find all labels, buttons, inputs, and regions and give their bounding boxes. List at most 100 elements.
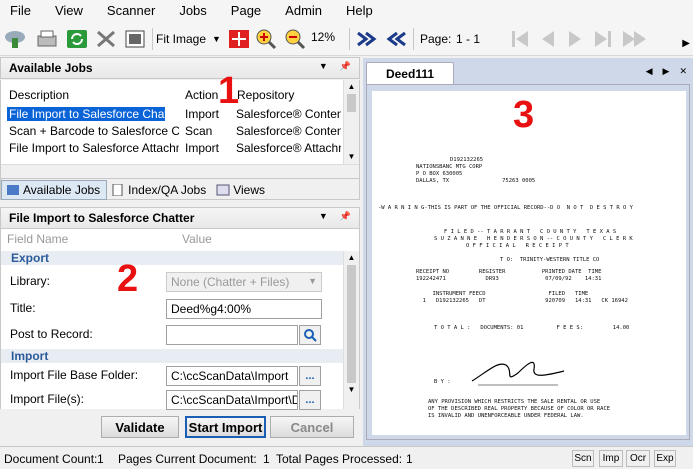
job-row[interactable]: Scan + Barcode to Salesforce Co... Scan … (1, 123, 341, 140)
tab-available-jobs[interactable]: Available Jobs (1, 180, 108, 200)
menu-page[interactable]: Page (219, 0, 273, 22)
post-to-record-label: Post to Record: (10, 327, 93, 341)
pin-icon[interactable]: 📌 (340, 211, 351, 222)
tab-scroll-left-icon[interactable]: ◀ (646, 66, 653, 77)
pin-icon[interactable]: 📌 (340, 61, 351, 72)
title-label: Title: (10, 301, 36, 315)
properties-vertical-scrollbar[interactable]: ▲ ▼ (343, 251, 359, 409)
export-indicator: Exp (654, 450, 676, 467)
fast-forward-icon[interactable] (620, 26, 650, 52)
available-jobs-header: Available Jobs ▼ 📌 (0, 57, 360, 79)
tab-index-qa-jobs[interactable]: Index/QA Jobs (107, 180, 212, 200)
menu-file[interactable]: File (0, 0, 43, 22)
document-icon (112, 184, 123, 196)
title-input[interactable]: Deed%g4:00% (166, 299, 322, 319)
doc-line: DALLAS, TX 75263 0005 (416, 178, 536, 184)
pages-current-label: Pages Current Document: (118, 452, 257, 466)
doc-receipt-vals: 192242471 DR93 07/09/92 14:31 (416, 276, 602, 282)
post-to-record-input[interactable] (166, 325, 298, 345)
col-repository[interactable]: Repository (237, 88, 294, 102)
scan-indicator: Scn (572, 450, 594, 467)
doc-filed: S U Z A N N E H E N D E R S O N -- C O U… (434, 236, 633, 242)
menu-view[interactable]: View (43, 0, 95, 22)
base-folder-input[interactable]: C:\ccScanData\Import (166, 366, 298, 386)
job-row[interactable]: File Import to Salesforce Attachm... Imp… (1, 140, 341, 157)
cancel-button[interactable]: Cancel (270, 416, 354, 438)
job-row[interactable]: File Import to Salesforce Chatter Import… (1, 106, 341, 123)
zoom-level[interactable]: 12% (311, 30, 345, 44)
page-input[interactable]: 1 - 1 (456, 32, 480, 46)
signature-icon (471, 361, 565, 386)
document-tab[interactable]: Deed111 (366, 62, 454, 84)
prev-page-icon[interactable] (535, 26, 561, 52)
browse-files-button[interactable]: ... (299, 390, 321, 410)
section-import: Import (1, 349, 343, 363)
tab-scroll-right-icon[interactable]: ▶ (663, 66, 670, 77)
first-page-icon[interactable] (507, 26, 533, 52)
doc-provision: ANY PROVISION WHICH RESTRICTS THE SALE R… (428, 399, 601, 405)
tab-views[interactable]: Views (212, 180, 271, 200)
jobs-column-headers: Description Action Repository (1, 86, 341, 104)
menu-bar: File View Scanner Jobs Page Admin Help (0, 0, 693, 22)
scroll-thumb[interactable] (347, 265, 356, 383)
doc-provision: OF THE DESCRIBED REAL PROPERTY BECAUSE O… (428, 406, 611, 412)
job-description: File Import to Salesforce Attachm... (9, 141, 179, 155)
views-icon (216, 184, 230, 196)
refresh-icon[interactable] (64, 26, 90, 52)
import-files-input[interactable]: C:\ccScanData\Import\De (166, 390, 298, 410)
zoom-out-icon[interactable] (282, 26, 308, 52)
last-page-icon[interactable] (590, 26, 616, 52)
menu-jobs[interactable]: Jobs (167, 0, 218, 22)
col-description[interactable]: Description (9, 88, 69, 102)
left-panel-tabs: Available Jobs Index/QA Jobs Views (0, 178, 360, 200)
start-import-button[interactable]: Start Import (185, 416, 266, 438)
doc-instr-head: INSTRUMENT FEECD FILED TIME (416, 291, 589, 297)
list-icon (7, 185, 19, 195)
job-repository: Salesforce® Attachm... (236, 141, 341, 155)
library-value: None (Chatter + Files) (171, 275, 290, 289)
jobs-horizontal-scrollbar[interactable] (1, 164, 359, 178)
doc-provision: IS INVALID AND UNENFORCEABLE UNDER FEDER… (428, 413, 584, 419)
job-action: Scan (185, 124, 213, 138)
panel-menu-icon[interactable]: ▼ (319, 211, 328, 222)
close-icon[interactable]: ✕ (679, 66, 687, 77)
scroll-down-icon[interactable]: ▼ (344, 383, 359, 397)
scroll-down-icon[interactable]: ▼ (344, 150, 359, 164)
zoom-in-icon[interactable] (253, 26, 279, 52)
job-properties-grid: Field Name Value Export Library: None (C… (0, 229, 360, 410)
jobs-vertical-scrollbar[interactable]: ▲ ▼ (343, 80, 359, 164)
menu-admin[interactable]: Admin (273, 0, 334, 22)
job-description: File Import to Salesforce Chatter (7, 107, 165, 121)
fit-page-icon[interactable] (226, 26, 252, 52)
job-description: Scan + Barcode to Salesforce Co... (9, 124, 179, 138)
scanner-icon[interactable] (34, 26, 60, 52)
menu-scanner[interactable]: Scanner (95, 0, 167, 22)
library-label: Library: (10, 274, 51, 288)
scroll-thumb[interactable] (347, 94, 356, 112)
doc-filed: F I L E D -- T A R R A N T C O U N T Y T… (444, 229, 617, 235)
next-page-icon[interactable] (562, 26, 588, 52)
toolbar-overflow-icon[interactable]: ▶ (682, 38, 690, 49)
panel-menu-icon[interactable]: ▼ (319, 61, 328, 72)
menu-help[interactable]: Help (334, 0, 385, 22)
page-label: Page: (420, 32, 452, 46)
tools-icon[interactable] (93, 26, 119, 52)
browse-folder-button[interactable]: ... (299, 366, 321, 386)
job-properties-title: File Import to Salesforce Chatter (9, 211, 195, 225)
fit-image-dropdown[interactable]: Fit Image ▼ (156, 30, 221, 48)
library-select: None (Chatter + Files) ▼ (166, 272, 322, 292)
job-repository: Salesforce® Content (236, 124, 341, 138)
rotate-left-icon[interactable] (383, 26, 409, 52)
validate-button[interactable]: Validate (101, 416, 179, 438)
search-icon[interactable] (299, 325, 321, 345)
section-export: Export (1, 251, 343, 265)
document-image[interactable]: D192132265 NATIONSBANC MTG CORP P O BOX … (372, 91, 686, 435)
pages-processed: 1 (406, 452, 413, 466)
scroll-up-icon[interactable]: ▲ (344, 80, 359, 94)
scroll-up-icon[interactable]: ▲ (344, 251, 359, 265)
fit-image-label: Fit Image (156, 32, 207, 46)
batch-icon[interactable] (122, 26, 148, 52)
col-action[interactable]: Action (185, 88, 218, 102)
rotate-right-icon[interactable] (354, 26, 380, 52)
cloud-upload-icon[interactable] (2, 26, 28, 52)
